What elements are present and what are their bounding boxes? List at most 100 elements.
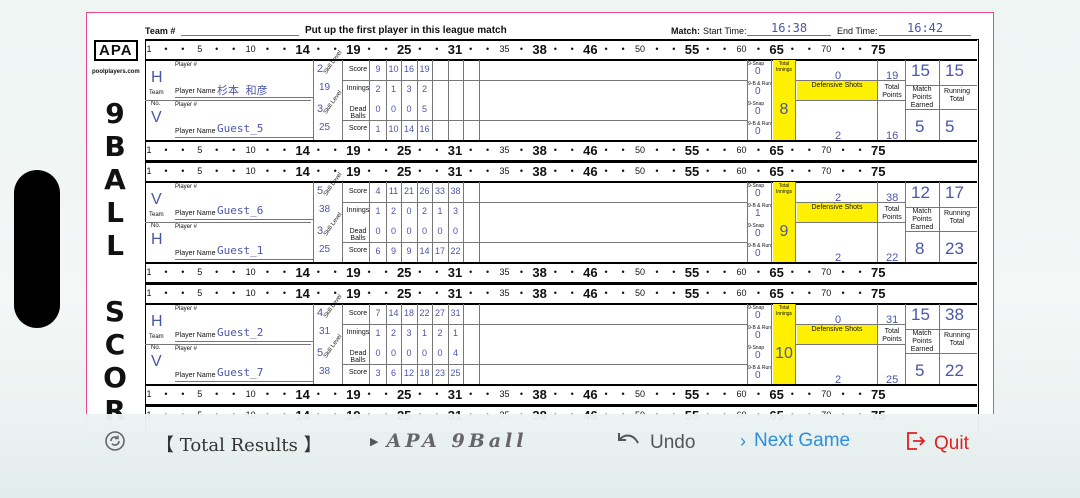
- row-label-b: Score: [348, 125, 368, 132]
- ruler-tick: •: [604, 389, 608, 399]
- cell-grid-line: [432, 222, 433, 262]
- ruler-tick: •: [486, 145, 490, 155]
- ruler-tick: •: [672, 288, 676, 298]
- player-name: Guest_1: [217, 244, 264, 257]
- row-mid-line: [342, 202, 747, 203]
- quit-button[interactable]: Quit: [904, 430, 969, 458]
- ruler-tick: •: [723, 145, 727, 155]
- ruler-tick: •: [604, 166, 608, 176]
- skill-box-left: [313, 182, 314, 222]
- ruler-tick: 60: [736, 267, 747, 277]
- mpe-mid-line-2: [905, 231, 977, 232]
- score-cell: 7: [375, 308, 381, 318]
- ruler-tick: 75: [871, 387, 886, 402]
- row-label-a: Dead Balls: [349, 350, 367, 364]
- ruler-tick: •: [367, 389, 371, 399]
- skill-box-left: [313, 222, 314, 262]
- ruler-tick: 1: [146, 145, 152, 155]
- ruler-tick: •: [486, 166, 490, 176]
- ruler-tick: 35: [499, 145, 510, 155]
- mpe-mid-line: [905, 329, 977, 330]
- cell-grid-line: [401, 304, 402, 344]
- innings-cell: 3: [406, 328, 412, 338]
- ruler-tick: •: [807, 288, 811, 298]
- ruler-tick: 19: [346, 387, 361, 402]
- ruler-tick: 14: [295, 265, 310, 280]
- nine-run-value: 0: [755, 330, 761, 341]
- ruler-tick: •: [858, 267, 862, 277]
- row-label-a: Score: [348, 310, 368, 317]
- ruler-tick: 70: [821, 389, 832, 399]
- ruler-tick: •: [265, 389, 270, 399]
- row-label-b: Innings: [346, 207, 370, 214]
- team-underline: [181, 35, 299, 36]
- dead-ball-cell: 0: [406, 348, 412, 358]
- cell-grid-line: [447, 304, 449, 344]
- ruler-tick: •: [316, 288, 320, 298]
- player-num-label: Player #: [175, 306, 198, 312]
- score-cell: 4: [375, 186, 381, 196]
- row-mid-line: [342, 80, 747, 81]
- ruler-tick: •: [621, 267, 625, 277]
- row-mid-line: [342, 324, 747, 325]
- running-total-value-2: 22: [945, 361, 964, 380]
- dead-ball-cell: 0: [452, 226, 458, 236]
- dead-ball-cell: 0: [375, 226, 381, 236]
- total-innings-value: 9: [779, 223, 789, 240]
- ruler-tick: •: [469, 389, 473, 399]
- ruler-tick: 50: [634, 145, 645, 155]
- player-sep: [145, 222, 311, 223]
- ruler-tick: 31: [447, 387, 463, 402]
- player-name: Guest_2: [217, 326, 264, 339]
- ruler-tick: •: [181, 288, 185, 298]
- innings-cell: 1: [375, 206, 381, 216]
- total-results-label: 【 Total Results 】: [156, 435, 322, 456]
- next-game-button[interactable]: › Next Game: [740, 430, 850, 452]
- undo-button[interactable]: Undo: [616, 430, 695, 456]
- cell-grid-line: [401, 182, 402, 222]
- total-innings-label: Total Innings: [775, 183, 793, 195]
- ruler-tick: •: [215, 145, 219, 155]
- ruler-tick: 19: [346, 42, 361, 57]
- score-cell: 3: [375, 368, 381, 378]
- ruler-line-top: [145, 262, 977, 264]
- ruler-tick: •: [316, 145, 320, 155]
- row-label-a: Dead Balls: [349, 228, 367, 242]
- ruler-tick: 46: [583, 286, 598, 301]
- ruler-tick: •: [282, 389, 287, 399]
- scroll-handle[interactable]: [14, 170, 60, 328]
- side-title-letter: S: [104, 295, 126, 328]
- ruler-tick: •: [519, 288, 524, 298]
- total-results-button[interactable]: 【 Total Results 】: [104, 430, 322, 458]
- ruler-tick: 70: [821, 44, 832, 54]
- ruler-tick: 50: [634, 267, 645, 277]
- ruler-tick: •: [858, 288, 862, 298]
- innings-cell: 2: [375, 84, 381, 94]
- ball-count: 38: [319, 366, 331, 377]
- nine-snap-value: 0: [755, 106, 761, 117]
- match-points-value: 15: [911, 61, 930, 80]
- ruler-tick: 35: [499, 44, 510, 54]
- ruler-tick: 60: [736, 389, 747, 399]
- points-mid-line: [795, 324, 905, 325]
- player-name-label: Player Name: [175, 128, 216, 135]
- ruler-tick: •: [164, 288, 168, 298]
- ruler-tick: •: [604, 145, 608, 155]
- ruler-tick: 55: [684, 164, 700, 179]
- header-note: Put up the first player in this league m…: [305, 25, 507, 36]
- ruler-tick: 38: [532, 143, 547, 158]
- dead-ball-cell: 0: [390, 104, 396, 114]
- ruler-tick: •: [706, 166, 710, 176]
- dead-ball-cell: 4: [452, 348, 458, 358]
- ruler-tick: 46: [583, 143, 598, 158]
- ruler-tick: •: [621, 44, 625, 54]
- skill-box-left: [313, 344, 314, 384]
- defensive-shots-label: Defensive Shots: [811, 204, 863, 211]
- row-mid-line: [342, 120, 747, 121]
- cell-grid-line: [463, 222, 464, 262]
- ruler-tick: •: [655, 389, 659, 399]
- side-title-letter: L: [106, 229, 124, 262]
- ruler-tick: •: [282, 44, 287, 54]
- ball-count: 25: [319, 122, 331, 133]
- ruler-tick: 70: [821, 166, 832, 176]
